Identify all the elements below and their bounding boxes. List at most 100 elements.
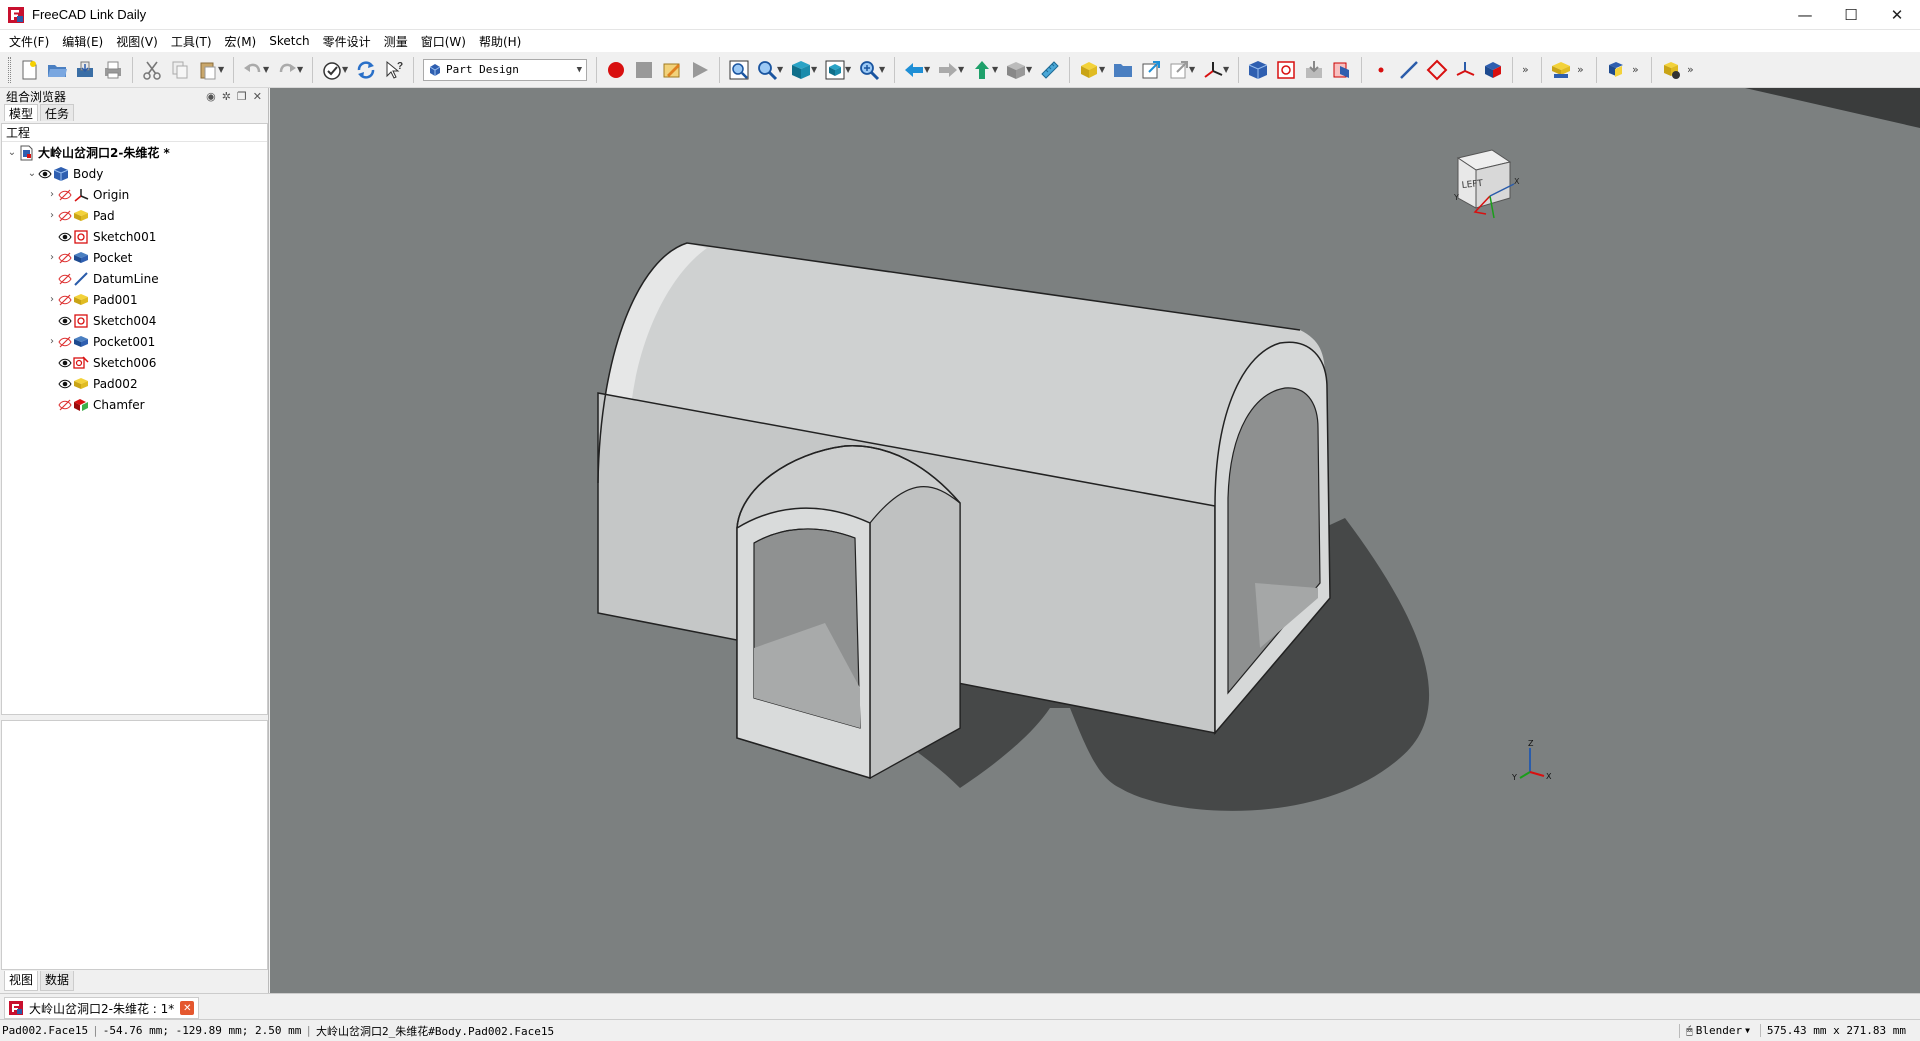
macro-run-button[interactable] xyxy=(686,56,714,84)
back-dropdown-icon[interactable]: ▼ xyxy=(924,65,932,74)
eye-icon[interactable] xyxy=(58,231,72,243)
cut-button[interactable] xyxy=(138,56,166,84)
eye-hidden-icon[interactable] xyxy=(58,210,72,222)
tree-item-pad[interactable]: › Pad xyxy=(2,205,267,226)
tree-item-pad002[interactable]: Pad002 xyxy=(2,373,267,394)
clone-button[interactable] xyxy=(1479,56,1507,84)
navigation-cube[interactable]: LEFT X Y xyxy=(1430,140,1530,230)
new-document-button[interactable] xyxy=(15,56,43,84)
make-link-button[interactable] xyxy=(1137,56,1165,84)
collapse-arrow-icon[interactable]: › xyxy=(46,210,58,221)
menu-sketch[interactable]: Sketch xyxy=(264,32,317,50)
panel-float-icon[interactable]: ❐ xyxy=(237,90,247,103)
eye-icon[interactable] xyxy=(58,315,72,327)
tree-item-chamfer[interactable]: Chamfer xyxy=(2,394,267,415)
view-dropdown-icon[interactable]: ▼ xyxy=(811,65,819,74)
toolbar-overflow-icon[interactable]: » xyxy=(1577,63,1589,76)
recompute-button[interactable] xyxy=(352,56,380,84)
collapse-arrow-icon[interactable]: › xyxy=(46,252,58,263)
macro-edit-button[interactable] xyxy=(658,56,686,84)
measure-tool-button[interactable] xyxy=(1657,56,1685,84)
macro-stop-button[interactable] xyxy=(630,56,658,84)
tab-data-props[interactable]: 数据 xyxy=(40,971,75,991)
print-button[interactable] xyxy=(99,56,127,84)
tree-item-sketch001[interactable]: Sketch001 xyxy=(2,226,267,247)
minimize-button[interactable]: — xyxy=(1782,0,1828,30)
datum-plane-button[interactable] xyxy=(1423,56,1451,84)
tree-item-datumline[interactable]: DatumLine xyxy=(2,268,267,289)
expand-arrow-icon[interactable]: ⌄ xyxy=(6,147,18,158)
tree-item-pocket[interactable]: › Pocket xyxy=(2,247,267,268)
copy-button[interactable] xyxy=(166,56,194,84)
close-button[interactable]: ✕ xyxy=(1874,0,1920,30)
create-group-button[interactable] xyxy=(1109,56,1137,84)
shape-binder-button[interactable] xyxy=(1328,56,1356,84)
macro-record-button[interactable] xyxy=(602,56,630,84)
local-cs-button[interactable] xyxy=(1451,56,1479,84)
menu-help[interactable]: 帮助(H) xyxy=(474,31,529,52)
menu-edit[interactable]: 编辑(E) xyxy=(57,31,111,52)
collapse-arrow-icon[interactable]: › xyxy=(46,189,58,200)
eye-icon[interactable] xyxy=(58,357,72,369)
document-tab[interactable]: 大岭山岔洞口2-朱维花 : 1* ✕ xyxy=(4,997,200,1019)
tab-model[interactable]: 模型 xyxy=(4,104,39,121)
collapse-arrow-icon[interactable]: › xyxy=(46,336,58,347)
3d-scene[interactable] xyxy=(270,88,1920,993)
up-dropdown-icon[interactable]: ▼ xyxy=(992,65,1000,74)
eye-icon[interactable] xyxy=(58,378,72,390)
menu-measure[interactable]: 测量 xyxy=(379,31,416,52)
close-tab-icon[interactable]: ✕ xyxy=(180,1001,195,1015)
panel-settings-icon[interactable]: ✲ xyxy=(222,90,231,103)
zoom-in-dropdown-icon[interactable]: ▼ xyxy=(879,65,887,74)
collapse-arrow-icon[interactable]: › xyxy=(46,294,58,305)
measure-button[interactable] xyxy=(1036,56,1064,84)
boolean-button[interactable] xyxy=(1602,56,1630,84)
save-button[interactable] xyxy=(71,56,99,84)
tree-item-body[interactable]: ⌄ Body xyxy=(2,163,267,184)
navigation-style-selector[interactable]: 🖱 Blender ▼ xyxy=(1679,1023,1750,1038)
tree-item-origin[interactable]: › Origin xyxy=(2,184,267,205)
tree-item-sketch004[interactable]: Sketch004 xyxy=(2,310,267,331)
tab-tasks[interactable]: 任务 xyxy=(40,104,75,121)
maximize-button[interactable]: ☐ xyxy=(1828,0,1874,30)
menu-tools[interactable]: 工具(T) xyxy=(166,31,220,52)
menu-macro[interactable]: 宏(M) xyxy=(220,31,265,52)
fit-all-button[interactable] xyxy=(725,56,753,84)
datum-dropdown-icon[interactable]: ▼ xyxy=(1223,65,1231,74)
eye-hidden-icon[interactable] xyxy=(58,294,72,306)
eye-hidden-icon[interactable] xyxy=(58,336,72,348)
open-button[interactable] xyxy=(43,56,71,84)
tree-item-pad001[interactable]: › Pad001 xyxy=(2,289,267,310)
eye-hidden-icon[interactable] xyxy=(58,252,72,264)
workbench-selector[interactable]: Part Design ▼ xyxy=(423,58,587,81)
datum-point-button[interactable] xyxy=(1367,56,1395,84)
std-views-dropdown-icon[interactable]: ▼ xyxy=(1026,65,1034,74)
tree-item-pocket001[interactable]: › Pocket001 xyxy=(2,331,267,352)
check-dropdown-icon[interactable]: ▼ xyxy=(342,65,350,74)
redo-dropdown-icon[interactable]: ▼ xyxy=(297,65,305,74)
tab-view-props[interactable]: 视图 xyxy=(4,971,39,991)
undo-dropdown-icon[interactable]: ▼ xyxy=(263,65,271,74)
toolbar-overflow-icon[interactable]: » xyxy=(1522,63,1534,76)
toolbar-overflow-icon[interactable]: » xyxy=(1632,63,1644,76)
property-view[interactable] xyxy=(1,720,268,970)
panel-visibility-icon[interactable]: ◉ xyxy=(206,90,216,103)
expand-arrow-icon[interactable]: ⌄ xyxy=(26,168,38,179)
eye-hidden-icon[interactable] xyxy=(58,189,72,201)
whats-this-button[interactable]: ? xyxy=(380,56,408,84)
toolbar-grip[interactable] xyxy=(8,56,11,83)
tree-item-document[interactable]: ⌄ 大岭山岔洞口2-朱维花 * xyxy=(2,142,267,163)
link-dropdown-icon[interactable]: ▼ xyxy=(1189,65,1197,74)
validate-sketch-button[interactable] xyxy=(1300,56,1328,84)
datum-line-button[interactable] xyxy=(1395,56,1423,84)
toolbar-overflow-icon[interactable]: » xyxy=(1687,63,1699,76)
menu-part-design[interactable]: 零件设计 xyxy=(318,31,379,52)
eye-icon[interactable] xyxy=(38,168,52,180)
menu-view[interactable]: 视图(V) xyxy=(111,31,166,52)
part-dropdown-icon[interactable]: ▼ xyxy=(1099,65,1107,74)
create-body-button[interactable] xyxy=(1244,56,1272,84)
eye-hidden-icon[interactable] xyxy=(58,273,72,285)
menu-window[interactable]: 窗口(W) xyxy=(416,31,474,52)
panel-close-icon[interactable]: ✕ xyxy=(253,90,262,103)
3d-viewport[interactable]: LEFT X Y Z Y X xyxy=(270,88,1920,993)
